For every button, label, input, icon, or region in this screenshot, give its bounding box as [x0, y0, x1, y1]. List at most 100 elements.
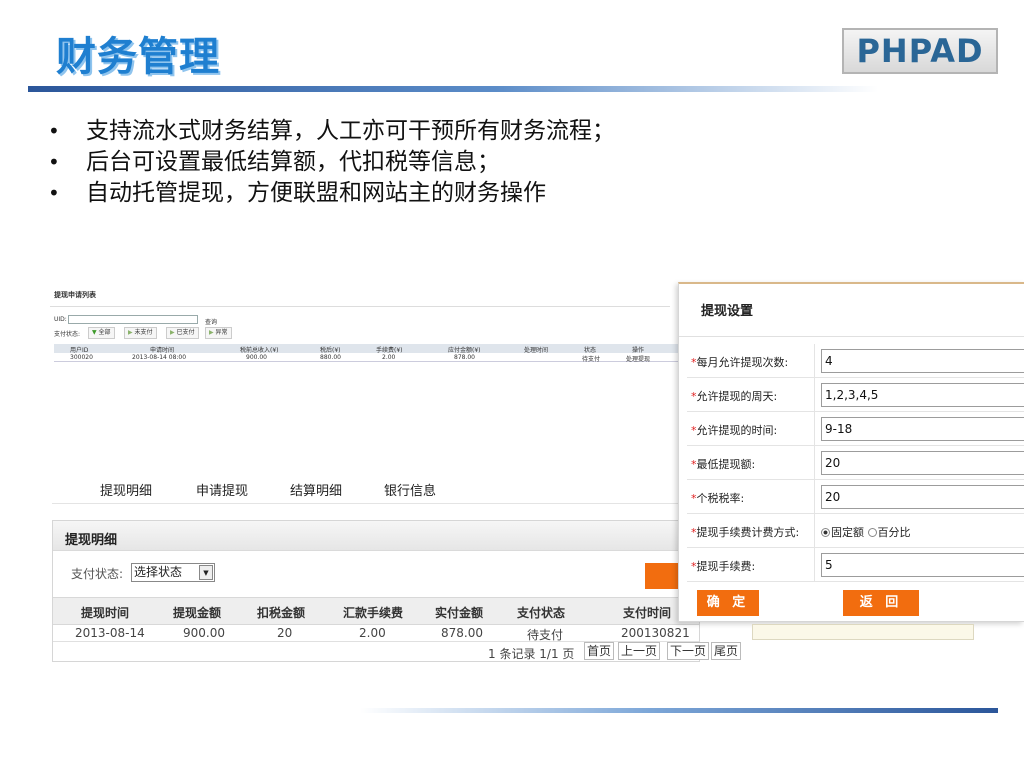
filter-paid-button[interactable]: ▶ 已支付: [166, 327, 199, 339]
divider: [814, 412, 815, 446]
pager-first-button[interactable]: 首页: [584, 642, 615, 660]
bullet-item: • 支持流水式财务结算，人工亦可干预所有财务流程；: [48, 116, 615, 147]
status-cell: 待支付: [582, 356, 601, 363]
tax-amount-cell: 20: [277, 626, 293, 640]
column-header: 汇款手续费: [343, 606, 404, 620]
bullet-dot-icon: •: [48, 150, 60, 174]
footer-divider: [360, 708, 998, 713]
actual-amount-cell: 878.00: [441, 626, 483, 640]
setting-row-min-amount: *最低提现额: 20: [687, 446, 1024, 480]
divider: [814, 378, 815, 412]
finance-tabs: 提现明细 申请提现 结算明细 银行信息: [52, 470, 702, 504]
min-amount-input[interactable]: 20: [821, 451, 1024, 475]
pay-status-select[interactable]: 选择状态 ▼: [131, 563, 215, 582]
setting-row-time: *允许提现的时间: 9-18: [687, 412, 1024, 446]
column-header: 支付时间: [623, 606, 672, 620]
slide-title: 财务管理: [56, 34, 220, 80]
setting-row-tax-rate: *个税税率: 20: [687, 480, 1024, 514]
fee-method-radio-group: 固定额 百分比: [821, 524, 911, 540]
withdraw-list-panel: 提现申请列表 UID: 查询 支付状态: ▼ 全部 ▶ 未支付 ▶ 已支付 ▶ …: [50, 284, 716, 380]
feature-bullets: • 支持流水式财务结算，人工亦可干预所有财务流程； • 后台可设置最低结算额，代扣税…: [48, 116, 615, 209]
setting-row-fee: *提现手续费: 5: [687, 548, 1024, 582]
detail-header: 提现明细: [53, 521, 699, 551]
column-header: 提现时间: [81, 606, 130, 620]
fee-input[interactable]: 5: [821, 553, 1024, 577]
column-header: 提现金额: [173, 606, 222, 620]
pay-status-label: 支付状态:: [71, 567, 124, 581]
pay-time-cell: 200130821: [621, 626, 690, 640]
divider: [814, 480, 815, 514]
divider: [814, 514, 815, 548]
fee-cell: 2.00: [382, 354, 396, 361]
setting-row-weekdays: *允许提现的周天: 1,2,3,4,5: [687, 378, 1024, 412]
column-header: 支付状态: [517, 606, 566, 620]
bullet-dot-icon: •: [48, 119, 60, 143]
back-button[interactable]: 返 回: [843, 590, 919, 616]
uid-input[interactable]: [68, 315, 198, 324]
divider: [50, 306, 670, 307]
withdraw-list-title: 提现申请列表: [54, 291, 96, 299]
divider: [814, 446, 815, 480]
column-header: 实付金额: [435, 606, 484, 620]
pager-last-button[interactable]: 尾页: [711, 642, 742, 660]
setting-label: 提现手续费:: [696, 560, 756, 573]
bullet-item: • 后台可设置最低结算额，代扣税等信息；: [48, 147, 615, 178]
tab-withdraw-detail[interactable]: 提现明细: [100, 480, 152, 499]
divider: [814, 548, 815, 582]
header-divider: [28, 86, 878, 92]
user-id-cell: 300020: [70, 354, 93, 361]
dialog-title: 提现设置: [701, 304, 754, 319]
radio-label: 百分比: [877, 526, 911, 539]
tab-settlement-detail[interactable]: 结算明细: [290, 480, 342, 499]
fixed-amount-radio[interactable]: [821, 528, 830, 537]
tab-bank-info[interactable]: 银行信息: [384, 480, 436, 499]
apply-time-cell: 2013-08-14 08:00: [132, 354, 187, 361]
filter-unpaid-button[interactable]: ▶ 未支付: [124, 327, 157, 339]
status-filter-label: 支付状态:: [54, 331, 81, 338]
remit-fee-cell: 2.00: [359, 626, 386, 640]
withdraw-table-header: 用户ID 申请时间 税前总收入(¥) 税后(¥) 手续费(¥) 应付金额(¥) …: [54, 344, 716, 354]
withdraw-amount-cell: 900.00: [183, 626, 225, 640]
divider: [679, 336, 1024, 337]
setting-row-monthly-count: *每月允许提现次数: 4: [687, 344, 1024, 378]
uid-label: UID:: [54, 316, 67, 323]
setting-label: 提现手续费计费方式:: [696, 526, 800, 539]
pay-status-value: 选择状态: [134, 565, 183, 579]
filter-arrow-icon: ▼: [92, 329, 97, 336]
detail-title: 提现明细: [65, 533, 118, 548]
withdraw-settings-dialog: 提现设置 *每月允许提现次数: 4 *允许提现的周天: 1,2,3,4,5 *允…: [678, 282, 1024, 622]
weekdays-input[interactable]: 1,2,3,4,5: [821, 383, 1024, 407]
table-row: 300020 2013-08-14 08:00 900.00 880.00 2.…: [54, 353, 716, 363]
setting-label: 允许提现的时间:: [696, 424, 778, 437]
withdraw-detail-panel: 提现明细 支付状态: 选择状态 ▼ 提现时间 提现金额 扣税金额 汇款手续费 实…: [52, 520, 701, 662]
pager-summary: 1 条记录 1/1 页: [488, 647, 575, 661]
pager-next-button[interactable]: 下一页: [667, 642, 710, 660]
setting-label: 每月允许提现次数:: [696, 356, 789, 369]
divider: [814, 344, 815, 378]
radio-label: 固定额: [831, 526, 864, 539]
query-button[interactable]: 查询: [205, 317, 217, 326]
time-input[interactable]: 9-18: [821, 417, 1024, 441]
column-header: 扣税金额: [257, 606, 306, 620]
play-arrow-icon: ▶: [170, 329, 175, 336]
play-arrow-icon: ▶: [128, 329, 133, 336]
bullet-dot-icon: •: [48, 181, 60, 205]
confirm-button[interactable]: 确 定: [697, 590, 759, 616]
after-tax-cell: 880.00: [320, 354, 341, 361]
bullet-item: • 自动托管提现，方便联盟和网站主的财务操作: [48, 178, 615, 209]
table-row: 2013-08-14 900.00 20 2.00 878.00 待支付 200…: [53, 625, 699, 642]
pager-prev-button[interactable]: 上一页: [618, 642, 661, 660]
monthly-count-input[interactable]: 4: [821, 349, 1024, 373]
filter-all-button[interactable]: ▼ 全部: [88, 327, 115, 339]
tab-apply-withdraw[interactable]: 申请提现: [196, 480, 248, 499]
process-withdraw-link[interactable]: 处理提现: [626, 354, 650, 363]
dialog-shadow-strip: [752, 624, 974, 640]
percentage-radio[interactable]: [867, 528, 877, 537]
phpad-logo: PHPAD: [842, 28, 998, 74]
dropdown-arrow-icon[interactable]: ▼: [199, 565, 213, 580]
filter-abnormal-button[interactable]: ▶ 异常: [205, 327, 232, 339]
pay-status-cell: 待支付: [527, 628, 564, 642]
withdraw-time-cell: 2013-08-14: [75, 626, 145, 640]
tax-rate-input[interactable]: 20: [821, 485, 1024, 509]
setting-label: 允许提现的周天:: [696, 390, 778, 403]
